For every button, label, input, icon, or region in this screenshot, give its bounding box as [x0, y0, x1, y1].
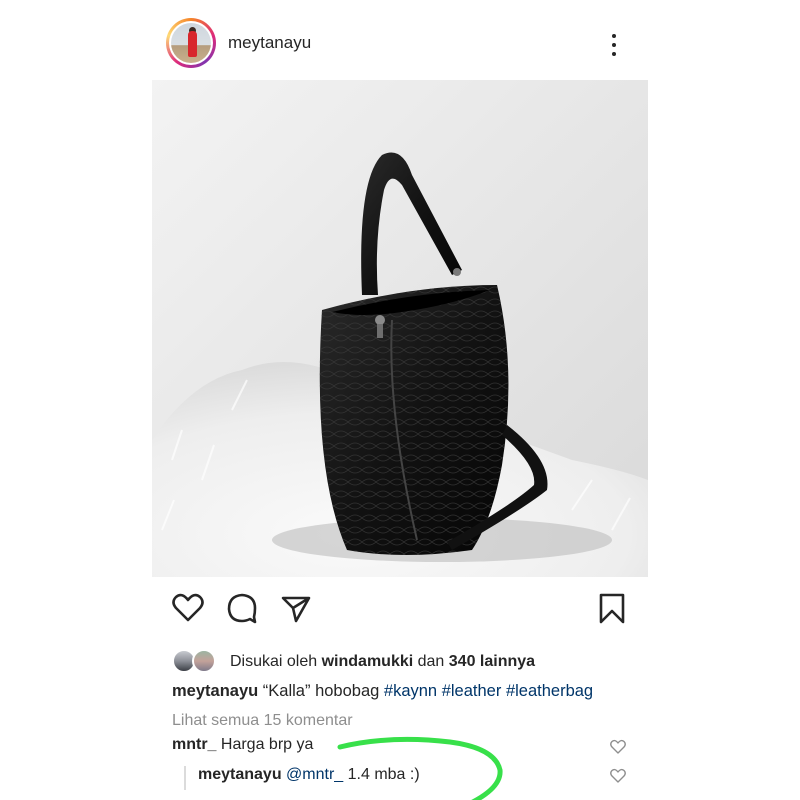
bookmark-icon[interactable] [594, 590, 630, 626]
author-avatar[interactable] [166, 18, 216, 68]
likes-text: Disukai oleh windamukki dan 340 lainnya [230, 653, 536, 670]
reply-indent-line [184, 766, 186, 790]
comment: mntr_ Harga brp ya [172, 736, 313, 754]
comment-text: Harga brp ya [216, 736, 314, 753]
post-header: meytanayu [152, 18, 648, 72]
liker-avatars [172, 648, 220, 676]
hashtag[interactable]: #leatherbag [506, 682, 593, 700]
likes-count[interactable]: 340 lainnya [449, 653, 535, 670]
view-all-comments-link[interactable]: Lihat semua 15 komentar [172, 712, 353, 730]
comment-reply: meytanayu @mntr_ 1.4 mba :) [198, 766, 420, 784]
comment-username[interactable]: meytanayu [198, 766, 282, 783]
more-options-icon[interactable] [604, 32, 624, 58]
send-icon[interactable] [278, 590, 314, 626]
comment-like-heart-icon[interactable] [609, 767, 627, 785]
comment-like-heart-icon[interactable] [609, 738, 627, 756]
liker-username[interactable]: windamukki [322, 653, 414, 670]
caption-text: “Kalla” hobobag [258, 682, 384, 700]
author-username[interactable]: meytanayu [228, 33, 311, 53]
comment-mention[interactable]: @mntr_ [282, 766, 343, 783]
comment-text: 1.4 mba :) [343, 766, 420, 783]
heart-icon[interactable] [170, 590, 206, 626]
annotation-highlight-stroke [337, 736, 503, 800]
comment-icon[interactable] [224, 590, 260, 626]
post-caption: meytanayu “Kalla” hobobag #kaynn #leathe… [172, 682, 593, 701]
comment-username[interactable]: mntr_ [172, 736, 216, 753]
post-photo[interactable] [152, 80, 648, 577]
caption-username[interactable]: meytanayu [172, 682, 258, 700]
post-actions [152, 590, 648, 630]
hashtag[interactable]: #kaynn [384, 682, 437, 700]
likes-summary[interactable]: Disukai oleh windamukki dan 340 lainnya [172, 648, 535, 676]
hashtag[interactable]: #leather [442, 682, 502, 700]
avatar [192, 649, 216, 673]
